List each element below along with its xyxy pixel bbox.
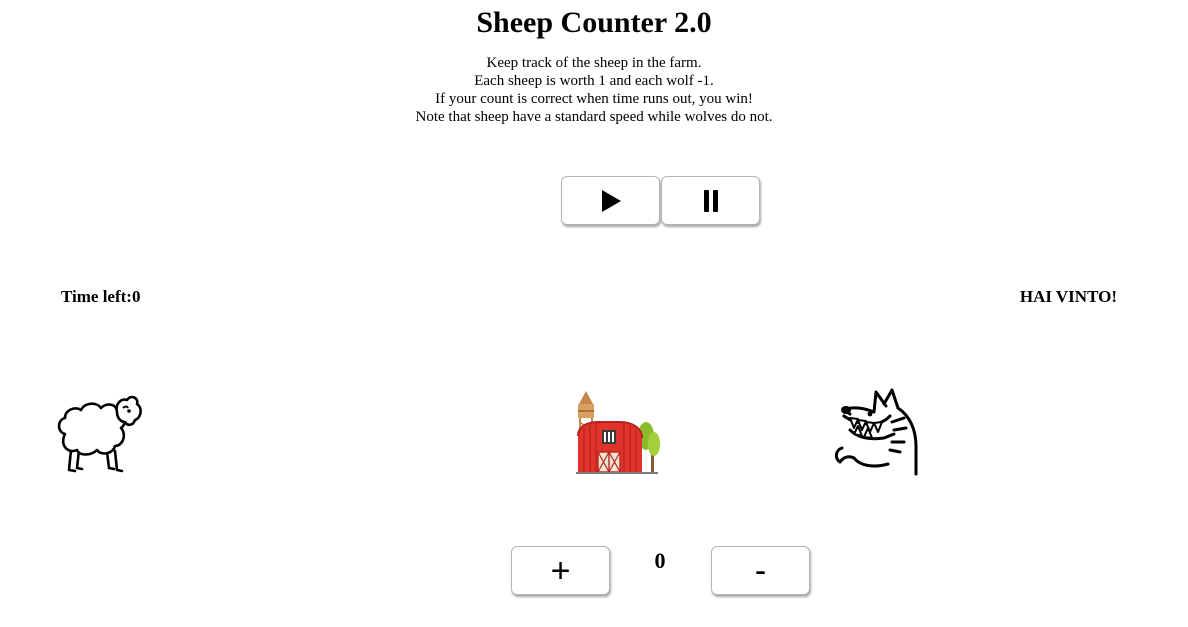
- count-display: 0: [654, 548, 666, 573]
- pause-icon: [703, 189, 718, 212]
- instruction-line: Note that sheep have a standard speed wh…: [415, 109, 773, 125]
- wolf-icon: [834, 388, 918, 476]
- play-button[interactable]: [561, 176, 660, 225]
- page-title: Sheep Counter 2.0: [476, 6, 712, 39]
- decrement-button[interactable]: -: [711, 546, 810, 595]
- play-icon: [601, 189, 621, 212]
- instruction-line: Each sheep is worth 1 and each wolf -1.: [474, 73, 714, 89]
- barn-icon: [576, 391, 660, 474]
- increment-button[interactable]: +: [511, 546, 610, 595]
- pause-button[interactable]: [661, 176, 760, 225]
- decrement-label: -: [754, 551, 767, 590]
- sheep-icon: [57, 395, 142, 473]
- instruction-line: Keep track of the sheep in the farm.: [486, 55, 702, 71]
- result-message: HAI VINTO!: [1019, 287, 1117, 306]
- time-left-label: Time left:0: [61, 287, 141, 306]
- increment-label: +: [550, 551, 571, 590]
- instruction-line: If your count is correct when time runs …: [435, 91, 753, 107]
- instructions: Keep track of the sheep in the farm. Eac…: [0, 54, 1188, 126]
